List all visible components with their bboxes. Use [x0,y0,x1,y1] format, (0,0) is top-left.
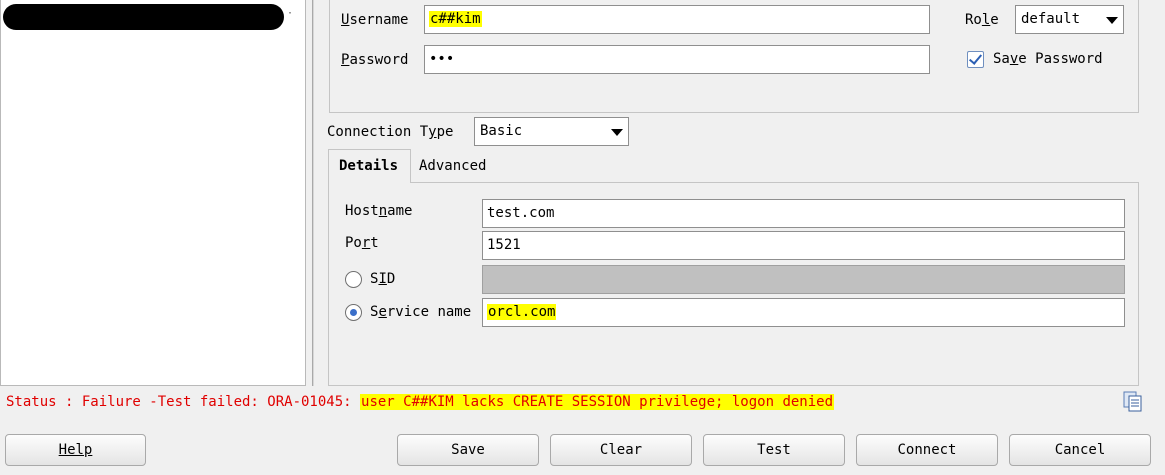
save-button[interactable]: Save [397,434,539,466]
status-prefix: Status : Failure -Test failed: ORA-01045… [6,394,361,410]
save-password-checkbox[interactable] [967,51,984,68]
cancel-button[interactable]: Cancel [1009,434,1151,466]
tab-advanced-label: Advanced [419,158,487,174]
connect-button[interactable]: Connect [856,434,998,466]
help-button-label: Help [58,442,93,458]
connection-type-label: Connection Type [327,124,454,140]
help-button[interactable]: Help [5,434,146,466]
chevron-down-icon [611,129,623,136]
sid-radio[interactable] [345,271,362,288]
checkmark-icon [968,51,983,65]
username-field[interactable]: c##kim [424,5,930,34]
cancel-button-label: Cancel [1054,442,1106,458]
username-label: Username [341,12,409,28]
role-select[interactable]: default [1015,5,1124,34]
port-label: Port [345,235,379,251]
radio-selected-icon [350,309,357,316]
tab-details-label: Details [339,158,399,174]
hostname-value: test.com [487,205,555,221]
connection-type-value: Basic [480,123,523,139]
username-value: c##kim [429,11,482,27]
role-value: default [1021,11,1081,27]
chevron-down-icon [1106,17,1118,24]
port-field[interactable]: 1521 [482,231,1125,260]
service-name-radio[interactable] [345,304,362,321]
hostname-field[interactable]: test.com [482,199,1125,228]
clear-button[interactable]: Clear [550,434,692,466]
copy-icon[interactable] [1123,391,1143,413]
password-value: ••• [429,51,455,67]
sid-field[interactable] [482,265,1125,294]
clear-button-label: Clear [599,442,643,458]
status-message: Status : Failure -Test failed: ORA-01045… [6,394,835,410]
tab-details[interactable]: Details [328,149,411,183]
port-value: 1521 [487,237,521,253]
password-field[interactable]: ••• [424,45,930,74]
test-button-label: Test [757,442,791,458]
save-password-label: Save Password [993,51,1103,67]
connect-button-label: Connect [897,442,957,458]
service-name-label: Service name [370,304,472,320]
password-label: Password [341,52,409,68]
pane-splitter[interactable] [312,0,314,386]
save-button-label: Save [451,442,485,458]
status-error-text: user C##KIM lacks CREATE SESSION privile… [360,394,835,410]
role-label: Role [965,12,999,28]
test-button[interactable]: Test [703,434,845,466]
service-name-value: orcl.com [487,304,557,320]
redacted-connection-name [3,4,284,30]
service-name-field[interactable]: orcl.com [482,298,1125,327]
connection-type-select[interactable]: Basic [474,117,629,146]
connections-list[interactable]: · [0,0,306,386]
ellipsis-icon: · [287,8,294,19]
sid-label: SID [370,271,396,287]
tab-advanced[interactable]: Advanced [419,157,486,175]
hostname-label: Hostname [345,203,413,219]
